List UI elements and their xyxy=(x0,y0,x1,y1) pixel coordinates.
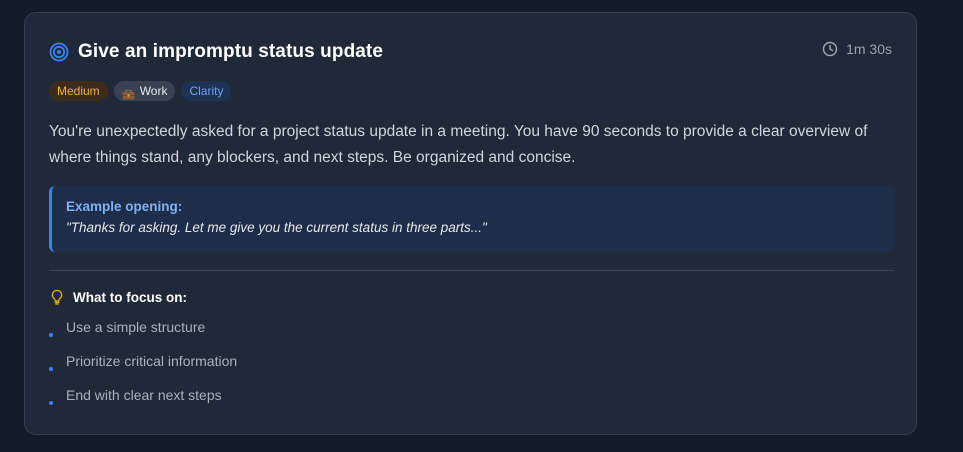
card-header: Give an impromptu status update 1m 30s xyxy=(49,39,892,65)
duration: 1m 30s xyxy=(822,41,892,57)
exercise-description: You're unexpectedly asked for a project … xyxy=(49,123,868,166)
focus-title: What to focus on: xyxy=(73,289,187,305)
title-wrap: Give an impromptu status update xyxy=(49,41,383,63)
duration-label: 1m 30s xyxy=(846,41,892,57)
tag-list: Medium Work Clarity xyxy=(49,81,232,101)
category-badge: Work xyxy=(113,81,176,101)
category-label: Work xyxy=(139,84,168,98)
difficulty-badge: Medium xyxy=(49,81,108,101)
focus-header: What to focus on: xyxy=(49,289,187,305)
list-item-text: Use a simple structure xyxy=(66,319,206,335)
example-label: Example opening: xyxy=(66,199,183,214)
focus-list: Use a simple structure Prioritize critic… xyxy=(49,319,237,421)
example-opening: Example opening: "Thanks for asking. Let… xyxy=(49,186,894,252)
skill-badge: Clarity xyxy=(181,81,232,101)
target-icon xyxy=(49,42,69,62)
clock-icon xyxy=(822,41,838,57)
example-text: "Thanks for asking. Let me give you the … xyxy=(66,220,487,235)
exercise-card: Give an impromptu status update 1m 30s M… xyxy=(24,12,917,435)
list-item: Prioritize critical information xyxy=(49,353,237,387)
list-item-text: Prioritize critical information xyxy=(66,353,238,369)
bullet-dot xyxy=(49,401,53,405)
bullet-dot xyxy=(49,367,53,371)
list-item-text: End with clear next steps xyxy=(66,387,222,403)
bullet-dot xyxy=(49,333,53,337)
list-item: Use a simple structure xyxy=(49,319,237,353)
briefcase-icon xyxy=(122,86,135,100)
card-title: Give an impromptu status update xyxy=(78,41,384,62)
lightbulb-icon xyxy=(49,289,65,305)
divider xyxy=(49,270,894,271)
list-item: End with clear next steps xyxy=(49,387,237,421)
